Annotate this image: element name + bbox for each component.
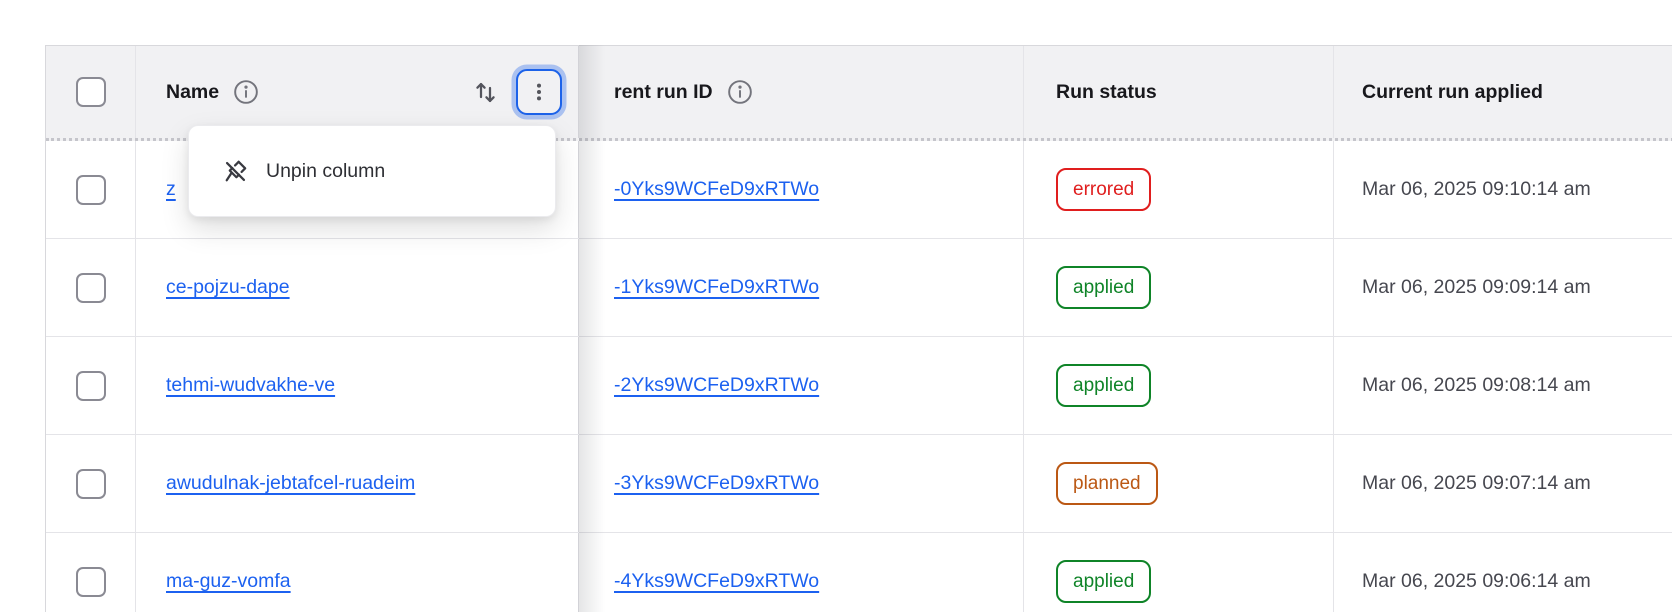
applied-timestamp: Mar 06, 2025 09:07:14 am: [1362, 472, 1591, 495]
applied-timestamp: Mar 06, 2025 09:10:14 am: [1362, 178, 1591, 201]
column-options-menu: Unpin column: [188, 125, 556, 217]
sort-arrows-icon[interactable]: [472, 79, 499, 106]
row-checkbox[interactable]: [76, 469, 106, 499]
run-status-header-cell: Run status: [1024, 46, 1334, 138]
menu-item-unpin-column[interactable]: Unpin column: [189, 126, 555, 216]
run-status-badge: applied: [1056, 364, 1151, 407]
info-icon[interactable]: [727, 79, 753, 105]
run-status-column-label: Run status: [1056, 81, 1157, 104]
name-column-label: Name: [166, 81, 219, 104]
run-id-link[interactable]: -1Yks9WCFeD9xRTWo: [614, 276, 819, 299]
workspaces-table-viewport: Name: [0, 0, 1672, 612]
workspace-name-link[interactable]: tehmi-wudvakhe-ve: [166, 374, 335, 397]
table-row: awudulnak-jebtafcel-ruadeim -3Yks9WCFeD9…: [46, 435, 1672, 533]
run-id-link[interactable]: -0Yks9WCFeD9xRTWo: [614, 178, 819, 201]
kebab-menu-icon: [528, 81, 550, 103]
run-status-badge: planned: [1056, 462, 1158, 505]
table-row: ma-guz-vomfa -4Yks9WCFeD9xRTWo applied M…: [46, 533, 1672, 612]
applied-timestamp: Mar 06, 2025 09:09:14 am: [1362, 276, 1591, 299]
row-checkbox[interactable]: [76, 567, 106, 597]
table-row: tehmi-wudvakhe-ve -2Yks9WCFeD9xRTWo appl…: [46, 337, 1672, 435]
run-id-link[interactable]: -4Yks9WCFeD9xRTWo: [614, 570, 819, 593]
row-checkbox[interactable]: [76, 273, 106, 303]
run-status-badge: applied: [1056, 560, 1151, 603]
row-checkbox[interactable]: [76, 175, 106, 205]
current-run-applied-column-label: Current run applied: [1362, 81, 1543, 104]
workspace-name-link[interactable]: z: [166, 178, 176, 201]
select-all-cell: [46, 46, 136, 138]
current-run-id-column-label: rent run ID: [614, 81, 713, 104]
info-icon[interactable]: [233, 79, 259, 105]
run-status-badge: applied: [1056, 266, 1151, 309]
column-options-button[interactable]: [516, 69, 562, 115]
current-run-id-header-cell: rent run ID: [579, 46, 1024, 138]
run-id-link[interactable]: -3Yks9WCFeD9xRTWo: [614, 472, 819, 495]
pin-off-icon: [222, 158, 249, 185]
workspace-name-link[interactable]: ce-pojzu-dape: [166, 276, 290, 299]
workspace-name-link[interactable]: ma-guz-vomfa: [166, 570, 291, 593]
select-all-checkbox[interactable]: [76, 77, 106, 107]
current-run-applied-header-cell: Current run applied: [1334, 46, 1672, 138]
menu-item-label: Unpin column: [266, 160, 385, 183]
applied-timestamp: Mar 06, 2025 09:06:14 am: [1362, 570, 1591, 593]
applied-timestamp: Mar 06, 2025 09:08:14 am: [1362, 374, 1591, 397]
run-status-badge: errored: [1056, 168, 1151, 211]
row-checkbox[interactable]: [76, 371, 106, 401]
workspace-name-link[interactable]: awudulnak-jebtafcel-ruadeim: [166, 472, 415, 495]
table-row: ce-pojzu-dape -1Yks9WCFeD9xRTWo applied …: [46, 239, 1672, 337]
run-id-link[interactable]: -2Yks9WCFeD9xRTWo: [614, 374, 819, 397]
